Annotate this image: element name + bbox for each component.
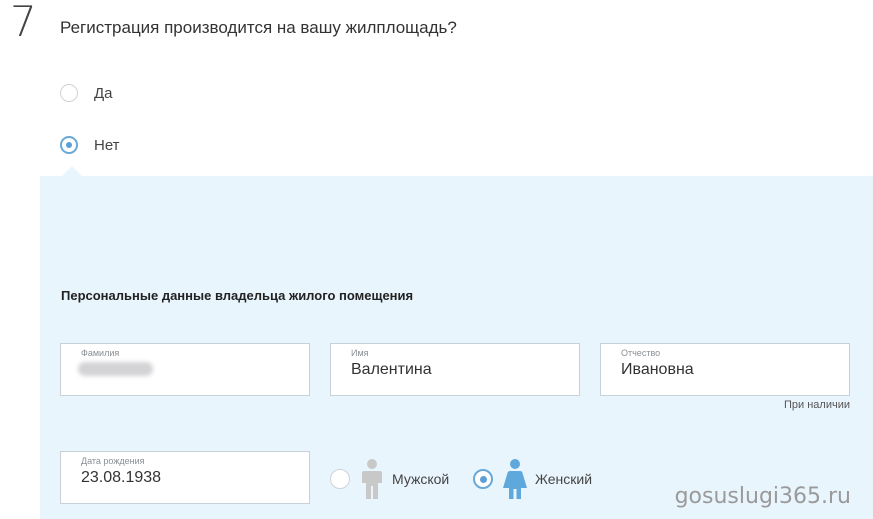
name-label: Имя: [351, 348, 369, 358]
male-person-icon: [362, 459, 382, 499]
radio-yes[interactable]: [60, 84, 78, 102]
patronymic-hint: При наличии: [784, 399, 850, 411]
option-yes-label: Да: [94, 84, 113, 102]
male-label: Мужской: [392, 471, 450, 487]
radio-no[interactable]: [60, 136, 78, 154]
surname-redacted-value: [78, 362, 153, 376]
female-label: Женский: [535, 471, 593, 487]
option-yes[interactable]: Да: [60, 84, 113, 102]
watermark: gosuslugi365.ru: [674, 484, 851, 509]
option-no[interactable]: Нет: [60, 136, 120, 154]
radio-female[interactable]: [473, 469, 493, 489]
female-person-icon: [503, 459, 527, 499]
surname-label: Фамилия: [81, 348, 120, 358]
birthdate-field[interactable]: Дата рождения 23.08.1938: [60, 451, 310, 504]
surname-field[interactable]: Фамилия: [60, 343, 310, 396]
option-no-label: Нет: [94, 136, 120, 154]
step-number: 7: [10, 0, 37, 46]
name-value: Валентина: [351, 361, 432, 378]
question-title: Регистрация производится на вашу жилплощ…: [60, 18, 457, 37]
gender-male-option[interactable]: Мужской: [330, 458, 449, 500]
patronymic-label: Отчество: [621, 348, 661, 358]
birthdate-value: 23.08.1938: [81, 469, 162, 486]
patronymic-value: Ивановна: [621, 361, 694, 378]
radio-male[interactable]: [330, 469, 350, 489]
name-field[interactable]: Имя Валентина: [330, 343, 580, 396]
panel-pointer: [62, 166, 82, 176]
birthdate-label: Дата рождения: [81, 456, 145, 466]
section-title: Персональные данные владельца жилого пом…: [61, 288, 414, 303]
gender-female-option[interactable]: Женский: [473, 458, 592, 500]
patronymic-field[interactable]: Отчество Ивановна: [600, 343, 850, 396]
